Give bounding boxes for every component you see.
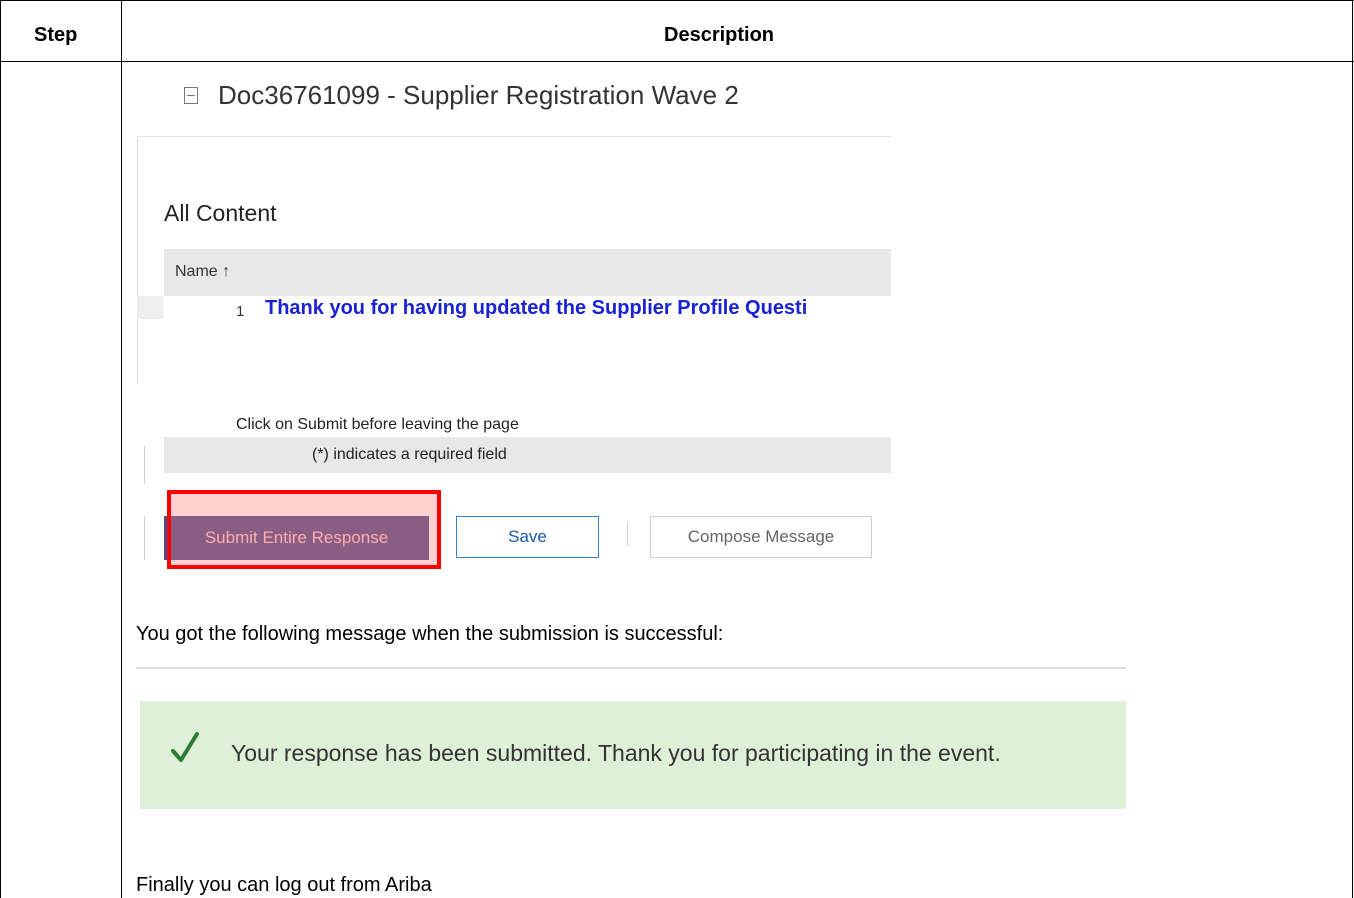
row-indent [137,296,163,319]
document-title-text: Doc36761099 - Supplier Registration Wave… [218,80,739,110]
table-column-divider [121,0,122,898]
table-header-bar [164,249,891,296]
row-number: 1 [236,303,245,320]
success-message: Your response has been submitted. Thank … [231,740,1001,766]
button-separator [627,522,628,546]
content-row-link[interactable]: Thank you for having updated the Supplie… [265,297,891,320]
checkmark-icon [171,732,199,762]
header-step: Step [34,24,78,46]
table-border-right [1352,0,1353,898]
save-button[interactable]: Save [456,516,599,558]
document-icon [184,87,198,104]
submit-entire-response-button[interactable]: Submit Entire Response [164,516,429,560]
document-title: Doc36761099 - Supplier Registration Wave… [184,80,739,111]
table-header-divider [0,61,1354,62]
required-note: (*) indicates a required field [312,446,507,463]
message-separator [136,667,1126,669]
compose-message-button[interactable]: Compose Message [650,516,872,558]
success-intro-text: You got the following message when the s… [136,623,724,645]
table-border-top [0,0,1354,1]
table-border-left [0,0,1,898]
required-bar [164,437,891,473]
header-description: Description [664,24,775,46]
logout-instruction: Finally you can log out from Ariba [136,874,432,896]
section-title: All Content [164,200,277,226]
panel-border [137,139,138,384]
title-separator [137,136,891,137]
submit-note: Click on Submit before leaving the page [236,416,519,433]
panel-border [144,446,145,484]
panel-border [144,516,145,560]
name-column-header[interactable]: Name ↑ [175,263,230,281]
